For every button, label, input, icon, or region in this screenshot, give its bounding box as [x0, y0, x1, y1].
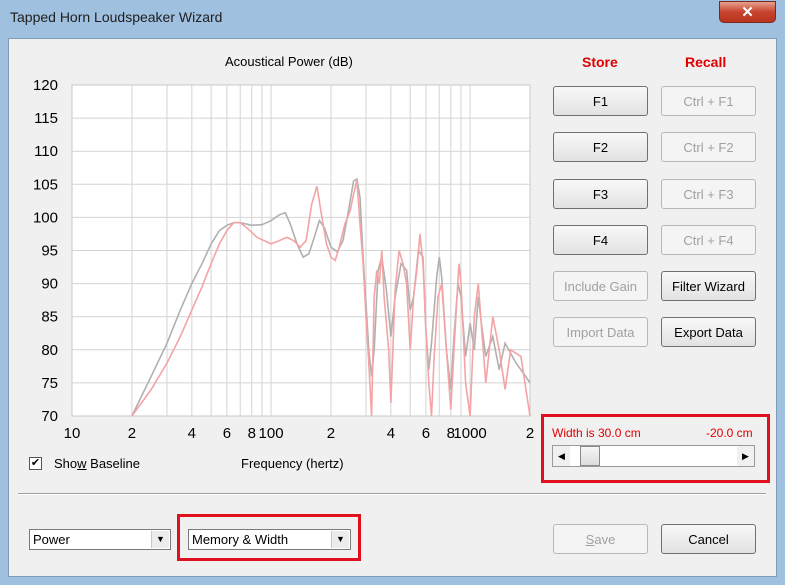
y-tick-label: 115 [34, 110, 58, 127]
export-data-button[interactable]: Export Data [661, 317, 756, 347]
chevron-down-icon[interactable]: ▼ [151, 531, 169, 548]
x-tick-label: 10 [64, 425, 81, 442]
width-value: -20.0 cm [706, 426, 753, 440]
y-tick-label: 70 [41, 408, 58, 425]
include-gain-button[interactable]: Include Gain [553, 271, 648, 301]
x-tick-label: 100 [259, 425, 284, 442]
cancel-button[interactable]: Cancel [661, 524, 756, 554]
x-tick-label: 8 [248, 425, 256, 442]
y-tick-label: 105 [33, 176, 58, 193]
x-tick-label: 2 [128, 425, 136, 442]
separator [18, 493, 766, 495]
right-arrow-icon: ▶ [742, 451, 749, 461]
mode-value: Power [33, 532, 70, 547]
y-tick-label: 90 [41, 276, 58, 293]
y-tick-label: 75 [41, 375, 58, 392]
filter-wizard-button[interactable]: Filter Wizard [661, 271, 756, 301]
import-data-button[interactable]: Import Data [553, 317, 648, 347]
recall-ctrl-f4-button[interactable]: Ctrl + F4 [661, 225, 756, 255]
recall-ctrl-f1-button[interactable]: Ctrl + F1 [661, 86, 756, 116]
dialog-window: Tapped Horn Loudspeaker Wizard ✕ Acousti… [0, 0, 785, 585]
y-tick-label: 85 [41, 309, 58, 326]
store-f1-button[interactable]: F1 [553, 86, 648, 116]
memory-width-value: Memory & Width [192, 532, 289, 547]
x-tick-label: 2 [526, 425, 534, 442]
show-baseline-label: Show Baseline [54, 456, 141, 471]
chevron-down-icon[interactable]: ▼ [331, 531, 349, 548]
save-button[interactable]: Save [553, 524, 648, 554]
x-tick-label: 2 [327, 425, 335, 442]
y-tick-label: 100 [33, 209, 58, 226]
memory-width-combobox[interactable]: Memory & Width ▼ [188, 529, 351, 550]
scroll-left-arrow[interactable]: ◀ [553, 446, 570, 466]
show-baseline-checkbox[interactable]: ✔ [29, 457, 42, 470]
left-arrow-icon: ◀ [558, 451, 565, 461]
x-tick-label: 6 [422, 425, 430, 442]
y-tick-label: 95 [41, 243, 58, 260]
x-tick-label: 1000 [453, 425, 486, 442]
y-tick-label: 110 [34, 143, 58, 160]
width-scrollbar[interactable]: ◀ ▶ [552, 445, 755, 467]
recall-ctrl-f3-button[interactable]: Ctrl + F3 [661, 179, 756, 209]
store-f3-button[interactable]: F3 [553, 179, 648, 209]
mode-combobox[interactable]: Power ▼ [29, 529, 171, 550]
y-tick-label: 120 [33, 77, 58, 94]
x-tick-label: 6 [223, 425, 231, 442]
store-f2-button[interactable]: F2 [553, 132, 648, 162]
scroll-right-arrow[interactable]: ▶ [737, 446, 754, 466]
x-tick-label: 4 [188, 425, 196, 442]
recall-header: Recall [685, 54, 727, 70]
width-label: Width is 30.0 cm [552, 426, 641, 440]
store-header: Store [582, 54, 618, 70]
checkmark-icon: ✔ [30, 457, 41, 469]
y-tick-label: 80 [41, 342, 58, 359]
scroll-thumb[interactable] [580, 446, 601, 466]
store-f4-button[interactable]: F4 [553, 225, 648, 255]
frequency-axis-label: Frequency (hertz) [241, 456, 344, 471]
recall-ctrl-f2-button[interactable]: Ctrl + F2 [661, 132, 756, 162]
x-tick-label: 4 [387, 425, 395, 442]
